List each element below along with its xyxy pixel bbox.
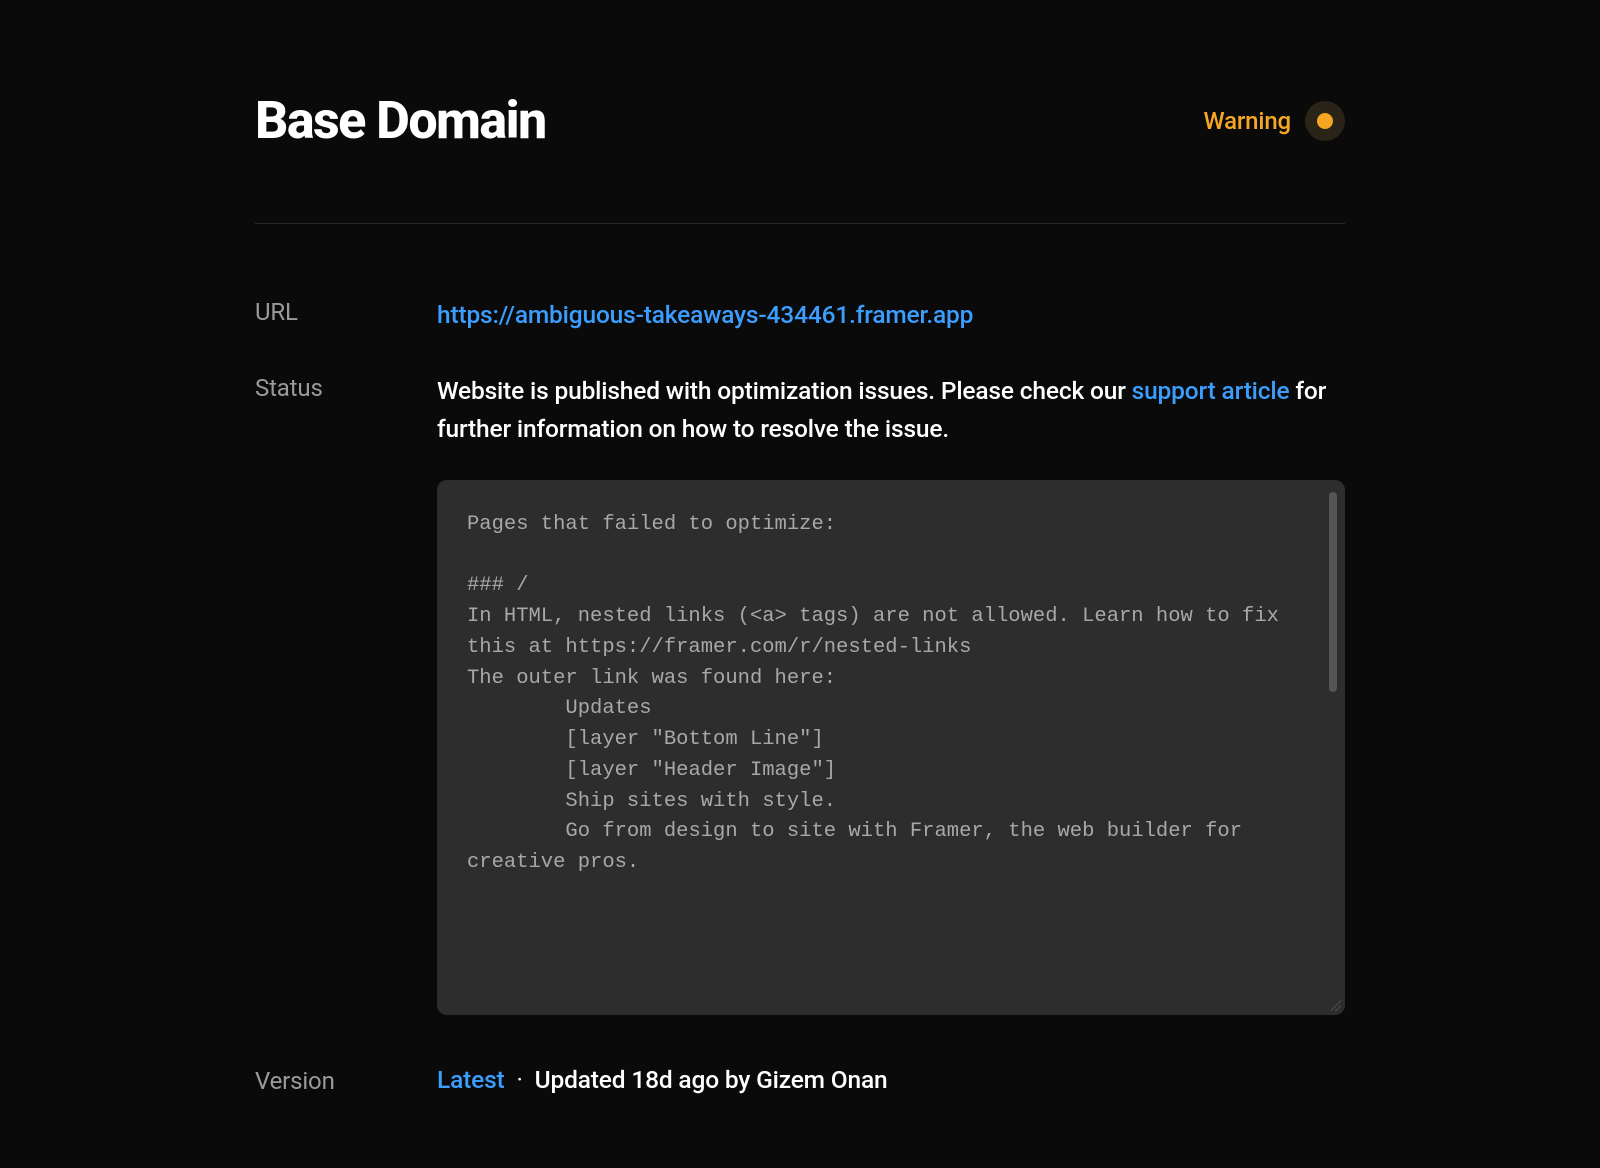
page-title: Base Domain: [255, 90, 546, 151]
version-label: Version: [255, 1065, 437, 1095]
url-value: https://ambiguous-takeaways-434461.frame…: [437, 296, 1345, 334]
version-separator: ·: [516, 1065, 522, 1094]
version-value: Latest · Updated 18d ago by Gizem Onan: [437, 1065, 888, 1094]
content-area: URL https://ambiguous-takeaways-434461.f…: [255, 224, 1345, 1095]
status-badge-indicator: [1305, 101, 1345, 141]
version-row: Version Latest · Updated 18d ago by Gize…: [255, 1065, 1345, 1095]
page-header: Base Domain Warning: [255, 90, 1345, 224]
status-row: Status Website is published with optimiz…: [255, 372, 1345, 1015]
error-log-block[interactable]: Pages that failed to optimize: ### / In …: [437, 480, 1345, 1015]
status-value: Website is published with optimization i…: [437, 372, 1345, 1015]
status-badge-label: Warning: [1204, 107, 1292, 135]
status-text-before: Website is published with optimization i…: [437, 376, 1132, 405]
error-log-text: Pages that failed to optimize: ### / In …: [467, 513, 1291, 874]
scrollbar-thumb[interactable]: [1329, 492, 1337, 692]
url-label: URL: [255, 296, 437, 326]
version-link[interactable]: Latest: [437, 1065, 505, 1094]
url-link[interactable]: https://ambiguous-takeaways-434461.frame…: [437, 300, 973, 329]
version-meta: Updated 18d ago by Gizem Onan: [535, 1065, 888, 1094]
status-label: Status: [255, 372, 437, 402]
resize-handle-icon[interactable]: [1327, 997, 1341, 1011]
status-badge: Warning: [1204, 101, 1346, 141]
support-article-link[interactable]: support article: [1132, 376, 1290, 405]
warning-dot-icon: [1317, 113, 1333, 129]
url-row: URL https://ambiguous-takeaways-434461.f…: [255, 296, 1345, 334]
